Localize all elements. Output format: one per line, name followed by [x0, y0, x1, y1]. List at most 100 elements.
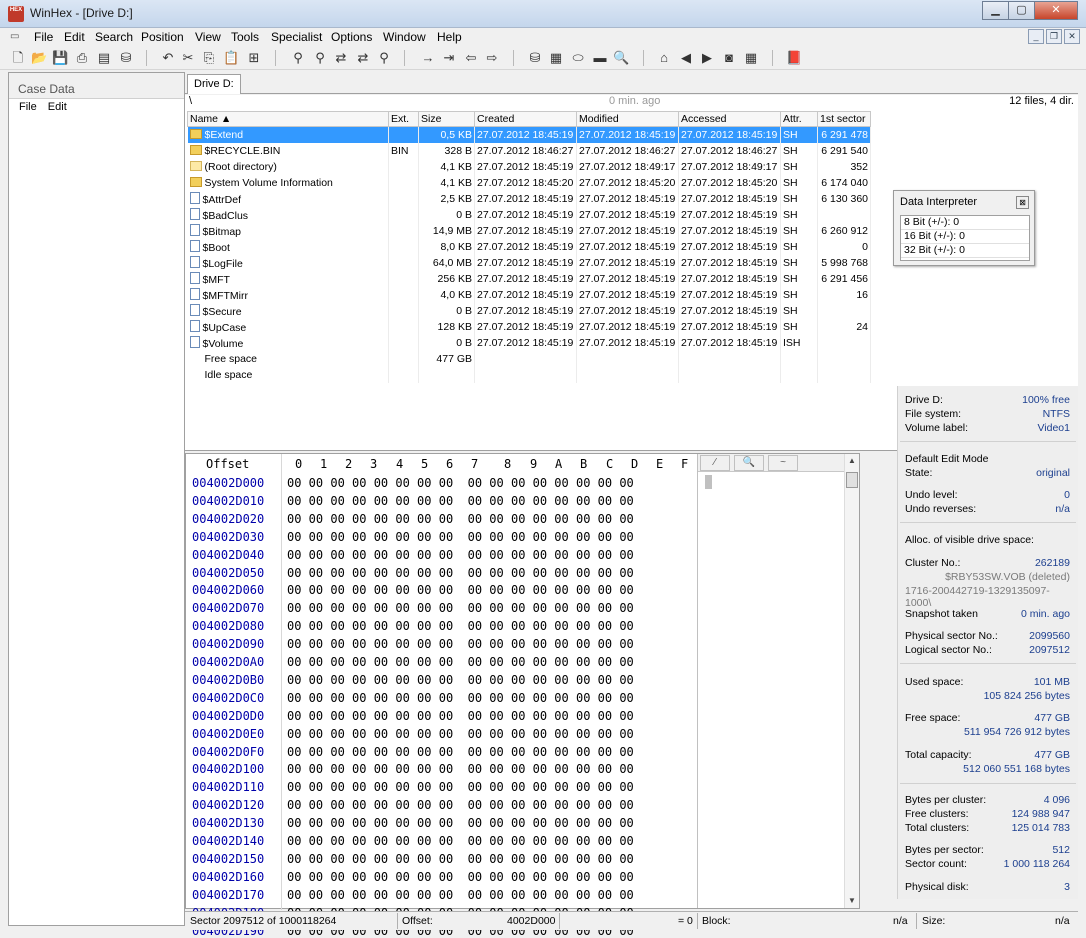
prev-sector-icon[interactable]: ◀ — [678, 50, 694, 66]
column-header[interactable]: Modified — [576, 111, 679, 127]
hex-bytes[interactable]: 00 00 00 00 00 00 00 00 00 00 00 00 00 0… — [287, 476, 634, 490]
properties-icon[interactable]: ▤ — [96, 50, 112, 66]
calculator-icon[interactable]: ▬ — [592, 50, 608, 66]
new-file-icon[interactable]: 🗋 — [10, 50, 26, 66]
maximize-button[interactable]: ▢ — [1008, 1, 1035, 20]
hex-bytes[interactable]: 00 00 00 00 00 00 00 00 00 00 00 00 00 0… — [287, 655, 634, 669]
case-menu-edit[interactable]: Edit — [48, 101, 67, 113]
ram-editor-icon[interactable]: ▦ — [548, 50, 564, 66]
column-header[interactable]: Size — [418, 111, 475, 127]
hex-bytes[interactable]: 00 00 00 00 00 00 00 00 00 00 00 00 00 0… — [287, 798, 634, 812]
snapshot-icon[interactable]: ◙ — [721, 50, 737, 66]
file-row[interactable]: $Volume 0 B 27.07.2012 18:45:19 27.07.2012 … — [187, 334, 871, 351]
wave-icon[interactable]: ~ — [768, 455, 798, 471]
file-row[interactable]: $RECYCLE.BIN BIN 328 B 27.07.2012 18:46:27 2… — [187, 142, 871, 159]
undo-icon[interactable]: ↶ — [160, 50, 176, 66]
paste-hex-icon[interactable]: ⊞ — [246, 50, 262, 66]
minimize-button[interactable]: ▁ — [982, 1, 1009, 20]
column-header[interactable]: Name ▲ — [187, 111, 389, 127]
file-row[interactable]: (Root directory) 4,1 KB 27.07.2012 18:45:1… — [187, 158, 871, 175]
analyze-icon[interactable]: 🔍 — [613, 50, 629, 66]
hex-bytes[interactable]: 00 00 00 00 00 00 00 00 00 00 00 00 00 0… — [287, 512, 634, 526]
column-header[interactable]: Created — [474, 111, 577, 127]
menu-view[interactable]: View — [195, 30, 221, 44]
edit-mode-icon[interactable]: ⁄ — [700, 455, 730, 471]
close-icon[interactable]: ⊠ — [1016, 196, 1029, 209]
file-row[interactable]: System Volume Information 4,1 KB 27.07.201… — [187, 174, 871, 191]
column-header[interactable]: Attr. — [780, 111, 818, 127]
file-row[interactable]: $UpCase 128 KB 27.07.2012 18:45:19 27.07.20… — [187, 318, 871, 335]
find-hex-icon[interactable]: ⚲ — [312, 50, 328, 66]
hex-bytes[interactable]: 00 00 00 00 00 00 00 00 00 00 00 00 00 0… — [287, 583, 634, 597]
file-row[interactable]: $AttrDef 2,5 KB 27.07.2012 18:45:19 27.07.2… — [187, 190, 871, 207]
hex-bytes[interactable]: 00 00 00 00 00 00 00 00 00 00 00 00 00 0… — [287, 816, 634, 830]
file-row[interactable]: Idle space — [187, 366, 871, 383]
hex-bytes[interactable]: 00 00 00 00 00 00 00 00 00 00 00 00 00 0… — [287, 548, 634, 562]
hex-bytes[interactable]: 00 00 00 00 00 00 00 00 00 00 00 00 00 0… — [287, 852, 634, 866]
disk-icon[interactable]: ▭ — [10, 31, 28, 43]
hex-bytes[interactable]: 00 00 00 00 00 00 00 00 00 00 00 00 00 0… — [287, 637, 634, 651]
goto-sector-icon[interactable]: ⇥ — [441, 50, 457, 66]
hex-bytes[interactable]: 00 00 00 00 00 00 00 00 00 00 00 00 00 0… — [287, 745, 634, 759]
disk-tools-icon[interactable]: ⬭ — [570, 50, 586, 66]
menu-search[interactable]: Search — [95, 30, 133, 44]
hex-bytes[interactable]: 00 00 00 00 00 00 00 00 00 00 00 00 00 0… — [287, 530, 634, 544]
column-header[interactable]: 1st sector — [817, 111, 871, 127]
forward-icon[interactable]: ⇨ — [484, 50, 500, 66]
scroll-up-icon[interactable]: ▲ — [845, 454, 859, 468]
file-row[interactable]: $LogFile 64,0 MB 27.07.2012 18:45:19 27.07.… — [187, 254, 871, 271]
menu-tools[interactable]: Tools — [231, 30, 259, 44]
search-view-icon[interactable]: 🔍 — [734, 455, 764, 471]
menu-help[interactable]: Help — [437, 30, 462, 44]
hex-bytes[interactable]: 00 00 00 00 00 00 00 00 00 00 00 00 00 0… — [287, 566, 634, 580]
scroll-thumb[interactable] — [846, 472, 858, 488]
print-icon[interactable]: ⎙ — [74, 50, 90, 66]
menu-window[interactable]: Window — [383, 30, 426, 44]
cut-icon[interactable]: ✂ — [180, 50, 196, 66]
goto-offset-icon[interactable]: → — [420, 50, 436, 66]
hex-bytes[interactable]: 00 00 00 00 00 00 00 00 00 00 00 00 00 0… — [287, 619, 634, 633]
hex-bytes[interactable]: 00 00 00 00 00 00 00 00 00 00 00 00 00 0… — [287, 870, 634, 884]
file-row[interactable]: $BadClus 0 B 27.07.2012 18:45:19 27.07.2012… — [187, 206, 871, 223]
next-sector-icon[interactable]: ▶ — [699, 50, 715, 66]
hex-bytes[interactable]: 00 00 00 00 00 00 00 00 00 00 00 00 00 0… — [287, 601, 634, 615]
menu-file[interactable]: File — [34, 30, 53, 44]
file-row[interactable]: Free space 477 GB — [187, 350, 871, 367]
winhex-app-icon[interactable]: HEX — [8, 6, 24, 22]
mdi-minimize-button[interactable]: _ — [1028, 29, 1044, 44]
partition-icon[interactable]: ⌂ — [656, 50, 672, 66]
hex-bytes[interactable]: 00 00 00 00 00 00 00 00 00 00 00 00 00 0… — [287, 762, 634, 776]
tab-drive-d[interactable]: Drive D: — [187, 74, 241, 94]
column-header[interactable]: Accessed — [678, 111, 781, 127]
hex-bytes[interactable]: 00 00 00 00 00 00 00 00 00 00 00 00 00 0… — [287, 727, 634, 741]
file-row[interactable]: $MFTMirr 4,0 KB 27.07.2012 18:45:19 27.07.2… — [187, 286, 871, 303]
replace-text-icon[interactable]: ⇄ — [333, 50, 349, 66]
paste-icon[interactable]: 📋 — [223, 50, 239, 66]
hex-bytes[interactable]: 00 00 00 00 00 00 00 00 00 00 00 00 00 0… — [287, 709, 634, 723]
hex-bytes[interactable]: 00 00 00 00 00 00 00 00 00 00 00 00 00 0… — [287, 673, 634, 687]
hex-bytes[interactable]: 00 00 00 00 00 00 00 00 00 00 00 00 00 0… — [287, 834, 634, 848]
data-interpreter-window[interactable]: Data Interpreter ⊠ 8 Bit (+/-): 0 16 Bit… — [893, 190, 1035, 266]
hex-bytes[interactable]: 00 00 00 00 00 00 00 00 00 00 00 00 00 0… — [287, 780, 634, 794]
disk-editor-icon[interactable]: ⛁ — [527, 50, 543, 66]
replace-hex-icon[interactable]: ⇄ — [355, 50, 371, 66]
hex-bytes[interactable]: 00 00 00 00 00 00 00 00 00 00 00 00 00 0… — [287, 494, 634, 508]
open-disk-icon[interactable]: ⛁ — [118, 50, 134, 66]
copy-icon[interactable]: ⎘ — [201, 50, 217, 66]
find-next-icon[interactable]: ⚲ — [376, 50, 392, 66]
menu-specialist[interactable]: Specialist — [271, 30, 322, 44]
column-header[interactable]: Ext. — [388, 111, 419, 127]
mdi-close-button[interactable]: ✕ — [1064, 29, 1080, 44]
scroll-down-icon[interactable]: ▼ — [845, 894, 859, 908]
help-book-icon[interactable]: 📕 — [786, 50, 802, 66]
file-row[interactable]: $Boot 8,0 KB 27.07.2012 18:45:19 27.07.2012… — [187, 238, 871, 255]
menu-edit[interactable]: Edit — [64, 30, 85, 44]
close-button[interactable]: ✕ — [1034, 1, 1078, 20]
hex-scrollbar[interactable]: ▲ ▼ — [844, 454, 859, 908]
text-pane[interactable]: ⁄ 🔍 ~ — [697, 454, 847, 908]
menu-position[interactable]: Position — [141, 30, 184, 44]
file-row[interactable]: $Secure 0 B 27.07.2012 18:45:19 27.07.2012 … — [187, 302, 871, 319]
back-icon[interactable]: ⇦ — [463, 50, 479, 66]
menu-options[interactable]: Options — [331, 30, 372, 44]
file-row[interactable]: $MFT 256 KB 27.07.2012 18:45:19 27.07.2012 … — [187, 270, 871, 287]
